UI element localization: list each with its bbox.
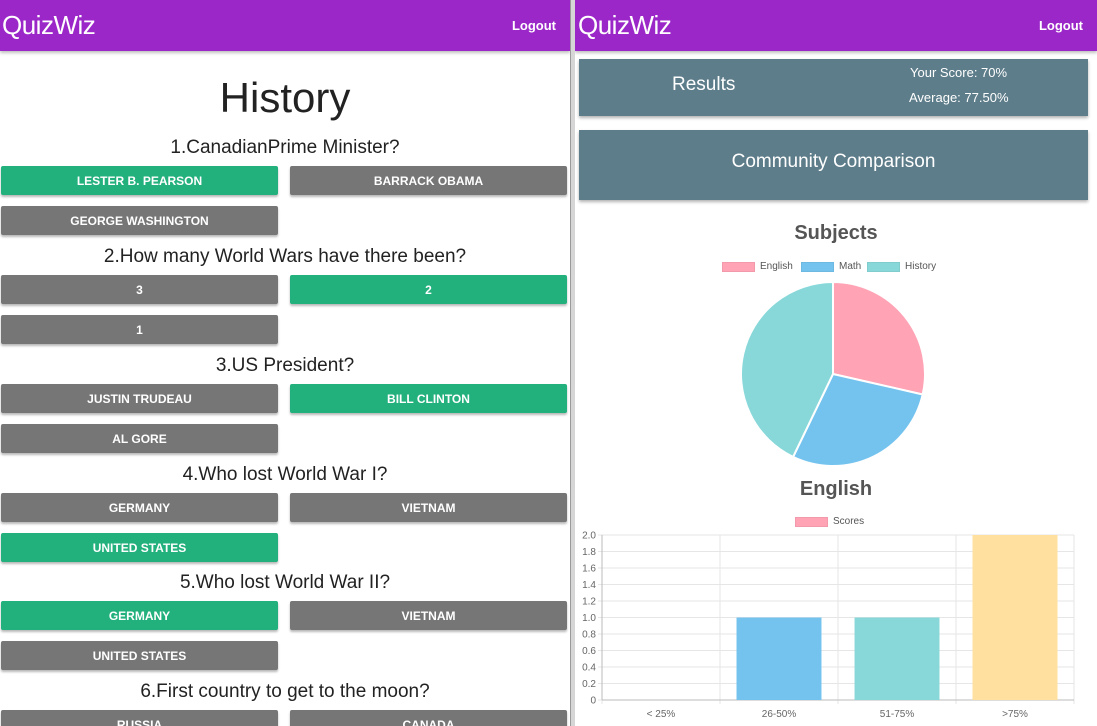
page-title: History — [219, 74, 351, 121]
results-label: Results — [672, 74, 736, 95]
answer-button[interactable]: Vietnam — [290, 601, 567, 630]
y-tick-label: 1.2 — [582, 597, 596, 608]
y-tick-label: 1.4 — [582, 580, 596, 591]
legend-label: Scores — [833, 516, 865, 527]
y-tick-label: 0 — [590, 696, 596, 707]
question-text: 5.Who lost World War II? — [179, 572, 391, 593]
your-score: Your Score: 70% — [910, 65, 1008, 80]
y-tick-label: 1.8 — [582, 547, 596, 558]
community-comparison-label: Community Comparison — [731, 151, 936, 172]
y-tick-label: 0.2 — [582, 679, 596, 690]
legend-swatch — [795, 516, 828, 527]
pie-chart-title: Subjects — [794, 222, 878, 244]
quiz-pane: QuizWiz Logout History 1.CanadianPrime M… — [0, 0, 570, 726]
answer-button[interactable]: Bill Clinton — [290, 384, 567, 413]
legend-label: Math — [839, 261, 862, 272]
question-text: 2.How many World Wars have there been? — [103, 246, 467, 267]
navbar: QuizWiz Logout — [575, 0, 1097, 51]
answer-button[interactable]: Justin Trudeau — [1, 384, 278, 413]
legend-swatch — [801, 261, 834, 272]
bar-chart: 0 0.2 0.4 0.6 0.8 1.0 1.2 1.4 1.6 1.8 2.0 < 25% 26-5… — [582, 531, 1075, 720]
x-tick-label: < 25% — [647, 709, 676, 720]
bar-3 — [972, 535, 1058, 700]
y-tick-label: 1.6 — [582, 564, 596, 575]
results-pane: QuizWiz Logout Results Your Score: 70% A… — [575, 0, 1097, 726]
brand-logo[interactable]: QuizWiz — [578, 10, 672, 41]
answer-button[interactable]: United States — [1, 533, 278, 562]
legend-swatch — [867, 261, 900, 272]
navbar: QuizWiz Logout — [0, 0, 570, 51]
answer-button[interactable]: Russia — [1, 710, 278, 726]
y-tick-label: 2.0 — [582, 531, 596, 542]
legend-item-english[interactable]: English — [722, 261, 793, 272]
pie-chart — [740, 280, 926, 467]
answer-button[interactable]: Lester B. Pearson — [1, 166, 278, 195]
answer-button[interactable]: George Washington — [1, 206, 278, 235]
logout-link[interactable]: Logout — [512, 18, 556, 33]
legend-swatch — [722, 261, 755, 272]
y-tick-label: 0.4 — [582, 663, 596, 674]
legend-label: History — [905, 261, 937, 272]
question-text: 1.CanadianPrime Minister? — [170, 137, 400, 158]
answer-button[interactable]: Germany — [1, 493, 278, 522]
x-tick-label: 51-75% — [880, 709, 915, 720]
y-tick-label: 0.8 — [582, 630, 596, 641]
x-tick-label: >75% — [1002, 709, 1028, 720]
legend-label: English — [760, 261, 793, 272]
average-score: Average: 77.50% — [909, 90, 1009, 105]
answer-button[interactable]: Germany — [1, 601, 278, 630]
question-text: 3.US President? — [215, 355, 355, 376]
answer-button[interactable]: United States — [1, 641, 278, 670]
brand-logo[interactable]: QuizWiz — [2, 10, 96, 41]
bar-chart-title: English — [799, 478, 873, 500]
results-panel: Results Your Score: 70% Average: 77.50% — [579, 59, 1088, 116]
answer-button[interactable]: 1 — [1, 315, 278, 344]
y-tick-label: 1.0 — [582, 613, 596, 624]
legend-item-history[interactable]: History — [867, 261, 936, 272]
question-text: 4.Who lost World War I? — [182, 464, 388, 485]
legend-item-scores[interactable]: Scores — [795, 516, 864, 527]
bar-2 — [854, 617, 940, 700]
answer-button[interactable]: 3 — [1, 275, 278, 304]
question-text: 6.First country to get to the moon? — [140, 681, 430, 702]
community-comparison-panel: Community Comparison — [579, 130, 1088, 200]
answer-button[interactable]: Barrack Obama — [290, 166, 567, 195]
bar-1 — [736, 617, 822, 700]
answer-button[interactable]: 2 — [290, 275, 567, 304]
answer-button[interactable]: Al Gore — [1, 424, 278, 453]
y-tick-label: 0.6 — [582, 646, 596, 657]
answer-button[interactable]: Vietnam — [290, 493, 567, 522]
logout-link[interactable]: Logout — [1039, 18, 1083, 33]
legend-item-math[interactable]: Math — [801, 261, 861, 272]
x-tick-label: 26-50% — [762, 709, 797, 720]
answer-button[interactable]: Canada — [290, 710, 567, 726]
